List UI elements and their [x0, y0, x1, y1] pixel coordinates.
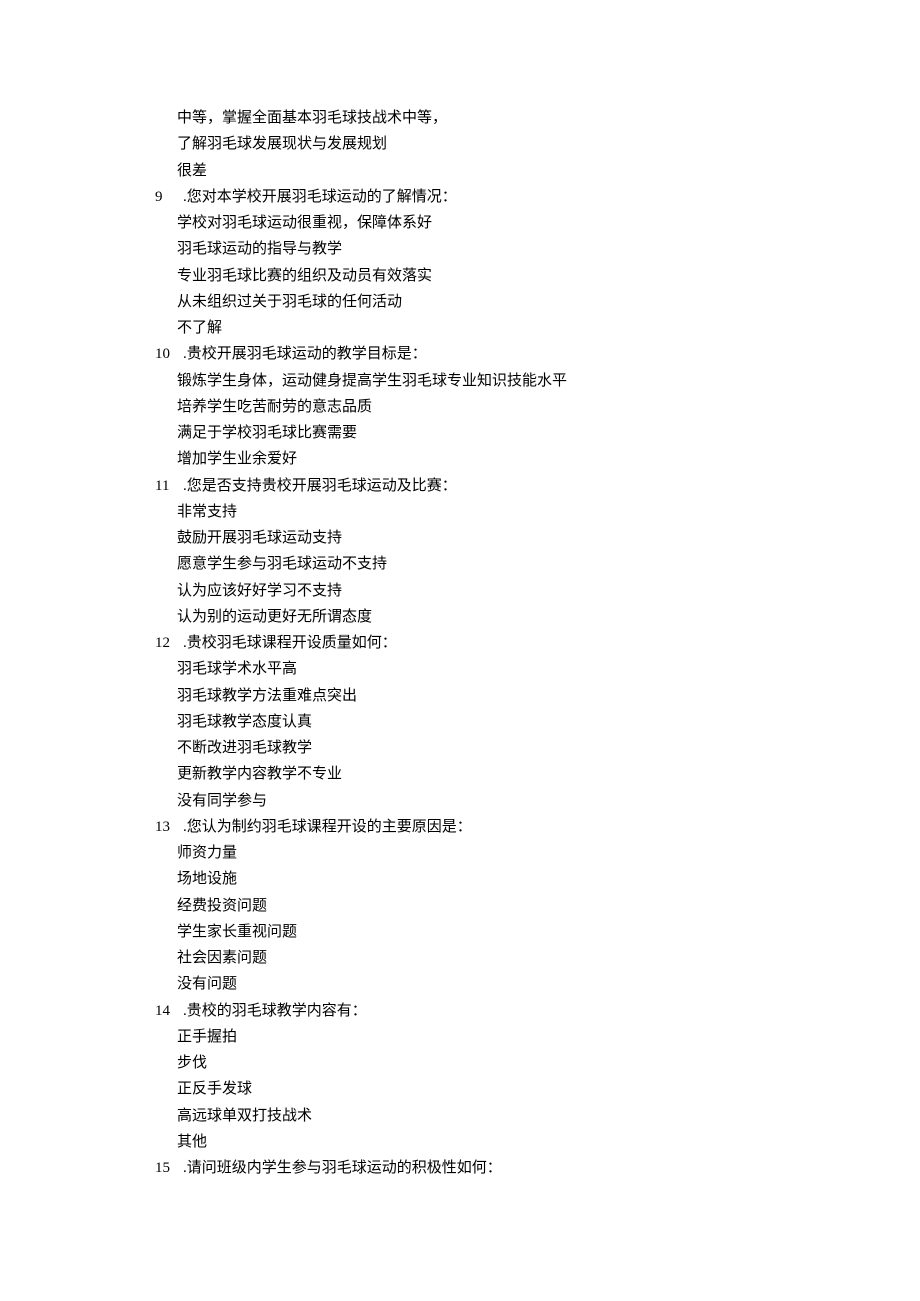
question-block: 10 .贵校开展羽毛球运动的教学目标是： 锻炼学生身体，运动健身提高学生羽毛球专… [155, 341, 765, 472]
option-line: 学生家长重视问题 [155, 919, 765, 945]
document-page: 中等，掌握全面基本羽毛球技战术中等， 了解羽毛球发展现状与发展规划 很差 9 .… [0, 0, 920, 1301]
question-text: .贵校开展羽毛球运动的教学目标是： [183, 341, 765, 367]
question-block: 14 .贵校的羽毛球教学内容有： 正手握拍 步伐 正反手发球 高远球单双打技战术… [155, 998, 765, 1156]
option-line: 非常支持 [155, 499, 765, 525]
question-number: 11 [155, 473, 183, 499]
option-line: 没有问题 [155, 971, 765, 997]
option-line: 羽毛球教学态度认真 [155, 709, 765, 735]
question-block: 9 .您对本学校开展羽毛球运动的了解情况： 学校对羽毛球运动很重视，保障体系好 … [155, 184, 765, 342]
option-line: 羽毛球教学方法重难点突出 [155, 683, 765, 709]
option-line: 师资力量 [155, 840, 765, 866]
option-line: 没有同学参与 [155, 788, 765, 814]
option-line: 更新教学内容教学不专业 [155, 761, 765, 787]
question-line: 13 .您认为制约羽毛球课程开设的主要原因是： [155, 814, 765, 840]
question-block: 12 .贵校羽毛球课程开设质量如何： 羽毛球学术水平高 羽毛球教学方法重难点突出… [155, 630, 765, 814]
question-text: .您认为制约羽毛球课程开设的主要原因是： [183, 814, 765, 840]
option-line: 锻炼学生身体，运动健身提高学生羽毛球专业知识技能水平 [155, 368, 765, 394]
question-block: 15 .请问班级内学生参与羽毛球运动的积极性如何： [155, 1155, 765, 1181]
option-line: 不断改进羽毛球教学 [155, 735, 765, 761]
option-line: 认为别的运动更好无所谓态度 [155, 604, 765, 630]
option-line: 步伐 [155, 1050, 765, 1076]
option-line: 经费投资问题 [155, 893, 765, 919]
option-line: 中等，掌握全面基本羽毛球技战术中等， [155, 105, 765, 131]
option-line: 愿意学生参与羽毛球运动不支持 [155, 551, 765, 577]
question-text: .贵校羽毛球课程开设质量如何： [183, 630, 765, 656]
question-block: 11 .您是否支持贵校开展羽毛球运动及比赛： 非常支持 鼓励开展羽毛球运动支持 … [155, 473, 765, 631]
question-block: 13 .您认为制约羽毛球课程开设的主要原因是： 师资力量 场地设施 经费投资问题… [155, 814, 765, 998]
option-line: 认为应该好好学习不支持 [155, 578, 765, 604]
question-line: 12 .贵校羽毛球课程开设质量如何： [155, 630, 765, 656]
question-number: 12 [155, 630, 183, 656]
question-text: .您对本学校开展羽毛球运动的了解情况： [183, 184, 765, 210]
option-line: 很差 [155, 158, 765, 184]
option-line: 社会因素问题 [155, 945, 765, 971]
option-line: 正手握拍 [155, 1024, 765, 1050]
question-line: 9 .您对本学校开展羽毛球运动的了解情况： [155, 184, 765, 210]
question-number: 9 [155, 184, 183, 210]
option-line: 不了解 [155, 315, 765, 341]
question-number: 13 [155, 814, 183, 840]
option-line: 场地设施 [155, 866, 765, 892]
option-line: 高远球单双打技战术 [155, 1103, 765, 1129]
option-line: 了解羽毛球发展现状与发展规划 [155, 131, 765, 157]
question-line: 10 .贵校开展羽毛球运动的教学目标是： [155, 341, 765, 367]
option-line: 满足于学校羽毛球比赛需要 [155, 420, 765, 446]
question-text: .您是否支持贵校开展羽毛球运动及比赛： [183, 473, 765, 499]
option-line: 增加学生业余爱好 [155, 446, 765, 472]
question-line: 15 .请问班级内学生参与羽毛球运动的积极性如何： [155, 1155, 765, 1181]
option-line: 专业羽毛球比赛的组织及动员有效落实 [155, 263, 765, 289]
option-line: 鼓励开展羽毛球运动支持 [155, 525, 765, 551]
question-number: 15 [155, 1155, 183, 1181]
option-line: 其他 [155, 1129, 765, 1155]
option-line: 培养学生吃苦耐劳的意志品质 [155, 394, 765, 420]
question-line: 14 .贵校的羽毛球教学内容有： [155, 998, 765, 1024]
question-text: .贵校的羽毛球教学内容有： [183, 998, 765, 1024]
option-line: 正反手发球 [155, 1076, 765, 1102]
question-number: 14 [155, 998, 183, 1024]
question-number: 10 [155, 341, 183, 367]
option-line: 从未组织过关于羽毛球的任何活动 [155, 289, 765, 315]
leading-options-block: 中等，掌握全面基本羽毛球技战术中等， 了解羽毛球发展现状与发展规划 很差 [155, 105, 765, 184]
question-line: 11 .您是否支持贵校开展羽毛球运动及比赛： [155, 473, 765, 499]
option-line: 羽毛球运动的指导与教学 [155, 236, 765, 262]
option-line: 学校对羽毛球运动很重视，保障体系好 [155, 210, 765, 236]
question-text: .请问班级内学生参与羽毛球运动的积极性如何： [183, 1155, 765, 1181]
option-line: 羽毛球学术水平高 [155, 656, 765, 682]
